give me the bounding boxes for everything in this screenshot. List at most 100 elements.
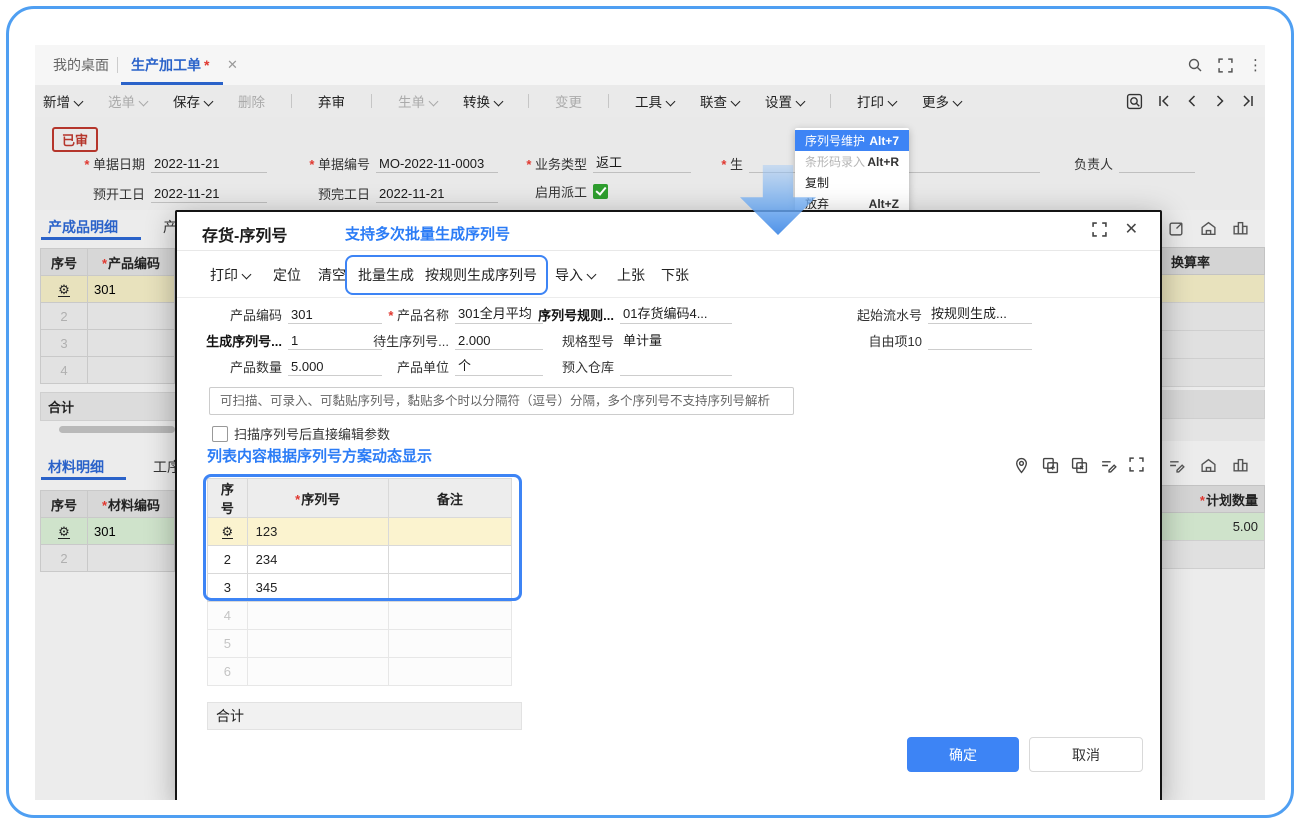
chevron-down-icon [73, 96, 84, 107]
table-row[interactable]: ⚙ 301 [40, 275, 175, 303]
list-query-icon[interactable] [1126, 93, 1143, 110]
insert-row-icon[interactable] [1042, 457, 1059, 474]
plan-start-field[interactable]: 2022-11-21 [151, 186, 267, 203]
table-row[interactable]: 5 [207, 629, 513, 658]
fullscreen-icon[interactable] [1218, 57, 1233, 73]
warehouse-field[interactable] [620, 374, 732, 376]
tab-production-order[interactable]: 生产加工单 * [125, 45, 215, 85]
table-row[interactable] [1160, 303, 1265, 331]
next-record-icon[interactable] [1213, 94, 1227, 108]
tab-materials[interactable]: 材料明细 [48, 457, 104, 477]
search-icon[interactable] [1187, 57, 1203, 73]
batch-edit-icon[interactable] [1100, 457, 1117, 474]
toolbar-linked-query-button[interactable]: 联查 [700, 91, 741, 111]
sn-rule-field[interactable]: 01存货编码4... [620, 303, 732, 324]
toolbar-new-button[interactable]: 新增 [43, 91, 84, 111]
product-unit-label: 产品单位 [396, 360, 449, 375]
spec-model-field[interactable]: 单计量 [620, 330, 732, 350]
toolbar-tools-button[interactable]: 工具 [635, 91, 676, 111]
planned-qty-value-cell[interactable]: 5.00 [1160, 513, 1265, 541]
toolbar-select-doc-button[interactable]: 选单 [108, 91, 149, 111]
modal-clear-button[interactable]: 清空 [318, 265, 346, 285]
table-row[interactable]: 2 234 [207, 545, 513, 574]
modal-close-icon[interactable]: ✕ [1125, 222, 1138, 238]
delete-row-icon[interactable] [1071, 457, 1088, 474]
products-table: 序号 产品编码 ⚙301 2 3 4 [40, 248, 175, 384]
row-gear-icon[interactable]: ⚙ [58, 283, 70, 297]
modal-import-button[interactable]: 导入 [555, 265, 597, 285]
scan-option-checkbox[interactable] [212, 425, 228, 442]
table-row[interactable]: 6 [207, 657, 513, 686]
tab-close-icon[interactable]: ✕ [227, 45, 238, 85]
cancel-button[interactable]: 取消 [1029, 737, 1143, 772]
tab-bar: 我的桌面 生产加工单 * ✕ ⋮ [35, 45, 1265, 86]
row-gear-icon[interactable]: ⚙ [58, 525, 70, 539]
table-row[interactable]: 2 [40, 302, 175, 330]
table-row[interactable]: ⚙ 301 [40, 517, 175, 545]
plan-end-field[interactable]: 2022-11-21 [376, 186, 498, 203]
export-icon[interactable] [1168, 220, 1185, 237]
free-item10-field[interactable] [928, 348, 1032, 350]
modal-locate-button[interactable]: 定位 [273, 265, 301, 285]
layout-icon[interactable] [1232, 457, 1249, 474]
more-vertical-icon[interactable]: ⋮ [1248, 56, 1263, 74]
dispatch-checkbox-checked[interactable] [593, 183, 608, 199]
ok-button[interactable]: 确定 [907, 737, 1019, 772]
toolbar-unapprove-button[interactable]: 弃审 [318, 91, 345, 111]
toolbar-more-button[interactable]: 更多 [922, 91, 963, 111]
more-dropdown-menu: 序列号维护 Alt+7 条形码录入 Alt+R 复制 放弃 Alt+Z [795, 128, 909, 216]
location-pin-icon[interactable] [1013, 457, 1030, 474]
layout-icon[interactable] [1232, 220, 1249, 237]
modal-next-doc-button[interactable]: 下张 [661, 265, 689, 285]
toolbar-convert-button[interactable]: 转换 [463, 91, 504, 111]
toolbar-print-button[interactable]: 打印 [857, 91, 898, 111]
table-row[interactable] [1160, 275, 1265, 303]
spec-model-label: 规格型号 [561, 334, 614, 349]
toolbar-nav-icons [1126, 85, 1255, 117]
modal-print-button[interactable]: 打印 [210, 265, 252, 285]
biz-type-field[interactable]: 返工 [593, 152, 691, 173]
table-row[interactable]: 3 [40, 329, 175, 357]
toolbar-generate-doc-button[interactable]: 生单 [398, 91, 439, 111]
start-serial-field[interactable]: 按规则生成... [928, 303, 1032, 324]
table-row[interactable]: 3 345 [207, 573, 513, 602]
modal-generate-by-rule-button[interactable]: 按规则生成序列号 [425, 265, 537, 285]
modal-toolbar: 打印 定位 清空 批量生成 按规则生成序列号 导入 上张 下张 [177, 251, 1160, 298]
last-record-icon[interactable] [1241, 94, 1255, 108]
prev-record-icon[interactable] [1185, 94, 1199, 108]
doc-header-form: 已审 单据日期2022-11-21 单据编号MO-2022-11-0003 业务… [35, 117, 1265, 210]
modal-batch-generate-button[interactable]: 批量生成 [358, 265, 414, 285]
tab-my-desktop[interactable]: 我的桌面 [45, 45, 117, 85]
grid-fullscreen-icon[interactable] [1129, 457, 1144, 474]
doc-no-field[interactable]: MO-2022-11-0003 [376, 156, 498, 173]
horizontal-scrollbar[interactable] [59, 426, 175, 433]
table-row[interactable]: 4 [40, 356, 175, 384]
archive-home-icon[interactable] [1200, 457, 1217, 474]
menu-item-serial-maintenance[interactable]: 序列号维护 Alt+7 [795, 130, 909, 151]
owner-label: 负责人 [1073, 157, 1113, 172]
tab-finished-products[interactable]: 产成品明细 [48, 217, 118, 237]
owner-field[interactable] [1119, 171, 1195, 173]
modal-fullscreen-icon[interactable] [1091, 222, 1107, 237]
table-row[interactable] [1160, 359, 1265, 387]
col-conv-rate: 换算率 [1160, 247, 1265, 275]
first-record-icon[interactable] [1157, 94, 1171, 108]
table-row[interactable] [1160, 331, 1265, 359]
modal-prev-doc-button[interactable]: 上张 [617, 265, 645, 285]
doc-date-field[interactable]: 2022-11-21 [151, 156, 267, 173]
toolbar-delete-button[interactable]: 删除 [238, 91, 265, 111]
table-row[interactable] [1160, 541, 1265, 569]
toolbar-settings-button[interactable]: 设置 [765, 91, 806, 111]
toolbar-save-button[interactable]: 保存 [173, 91, 214, 111]
archive-home-icon[interactable] [1200, 220, 1217, 237]
row-gear-icon[interactable]: ⚙ [221, 525, 234, 539]
menu-item-barcode-entry[interactable]: 条形码录入 Alt+R [795, 151, 909, 172]
table-row[interactable]: 2 [40, 544, 175, 572]
table-row[interactable]: 4 [207, 601, 513, 630]
scan-option-label: 扫描序列号后直接编辑参数 [234, 427, 391, 442]
toolbar-change-button[interactable]: 变更 [555, 91, 582, 111]
batch-edit-icon[interactable] [1168, 457, 1185, 474]
table-row[interactable]: ⚙ 123 [207, 517, 513, 546]
menu-item-copy[interactable]: 复制 [795, 172, 909, 193]
tab-divider [117, 57, 118, 73]
